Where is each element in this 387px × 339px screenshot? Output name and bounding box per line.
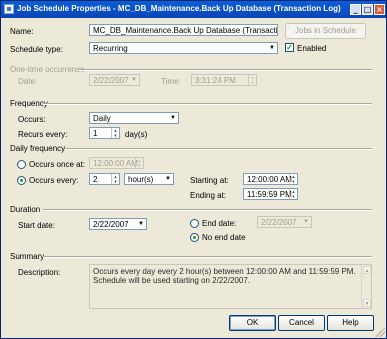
- occurs-every-input[interactable]: 2 ▲ ▼: [89, 173, 120, 185]
- daily-frequency-divider: [66, 148, 372, 150]
- chevron-down-icon: ▼: [303, 219, 309, 225]
- chevron-down-icon: ▼: [165, 176, 171, 182]
- duration-header: Duration: [10, 205, 41, 214]
- window-icon: [4, 4, 14, 14]
- one-time-divider: [78, 69, 372, 71]
- ending-at-label: Ending at:: [190, 191, 227, 200]
- one-time-date-label: Date:: [18, 77, 38, 86]
- recurs-every-label: Recurs every:: [18, 130, 68, 139]
- help-button[interactable]: Help: [327, 315, 374, 331]
- occurs-every-value: 2: [93, 175, 98, 184]
- description-label: Description:: [18, 268, 61, 277]
- description-text: Occurs every day every 2 hour(s) between…: [93, 267, 356, 285]
- one-time-time-input[interactable]: 3:31:24 PM ▲ ▼: [191, 74, 257, 86]
- one-time-header: One-time occurrence: [10, 65, 85, 74]
- occurs-once-time-value: 12:00:00 AM: [93, 159, 138, 168]
- occurs-once-label: Occurs once at:: [29, 160, 86, 169]
- enabled-checkbox[interactable]: ✓: [285, 43, 294, 52]
- occurs-every-radio[interactable]: [17, 176, 26, 185]
- summary-divider: [43, 256, 372, 258]
- starting-at-input[interactable]: 12:00:00 AM ▲ ▼: [243, 173, 298, 185]
- recurs-unit-label: day(s): [125, 130, 148, 139]
- daily-frequency-header: Daily frequency: [10, 144, 66, 153]
- occurs-every-label: Occurs every:: [29, 176, 79, 185]
- spinner-arrows-icon[interactable]: ▲ ▼: [289, 174, 297, 184]
- jobs-in-schedule-button[interactable]: Jobs in Schedule: [285, 23, 366, 39]
- chevron-down-icon: ▼: [138, 221, 144, 227]
- summary-header: Summary: [10, 252, 45, 261]
- resize-grip-icon[interactable]: [375, 327, 385, 337]
- end-date-radio[interactable]: [190, 219, 199, 228]
- job-schedule-properties-window: Job Schedule Properties - MC_DB_Maintena…: [0, 0, 387, 339]
- ending-at-input[interactable]: 11:59:59 PM ▲ ▼: [243, 188, 298, 200]
- occurs-value: Daily: [93, 114, 111, 123]
- frequency-divider: [43, 103, 372, 105]
- maximize-button[interactable]: □: [362, 4, 373, 15]
- spinner-arrows-icon[interactable]: ▲ ▼: [289, 189, 297, 199]
- schedule-type-value: Recurring: [93, 44, 128, 53]
- no-end-date-label: No end date: [202, 233, 246, 242]
- window-title: Job Schedule Properties - MC_DB_Maintena…: [17, 4, 341, 13]
- occurs-every-unit-select[interactable]: hour(s) ▼: [124, 173, 174, 185]
- spinner-arrows-icon[interactable]: ▲ ▼: [135, 158, 143, 168]
- end-date-picker[interactable]: 2/22/2007 ▼: [257, 216, 312, 228]
- spinner-arrows-icon[interactable]: ▲ ▼: [111, 174, 119, 184]
- spinner-arrows-icon[interactable]: ▲ ▼: [248, 75, 256, 85]
- recurs-every-input[interactable]: 1 ▲ ▼: [89, 127, 120, 139]
- starting-at-value: 12:00:00 AM: [247, 175, 292, 184]
- enabled-label: Enabled: [297, 44, 327, 53]
- occurs-select[interactable]: Daily ▼: [89, 112, 179, 124]
- one-time-date-value: 2/22/2007: [93, 76, 129, 85]
- start-date-value: 2/22/2007: [93, 220, 129, 229]
- close-button[interactable]: ×: [374, 4, 385, 15]
- ok-button[interactable]: OK: [229, 315, 276, 331]
- name-input[interactable]: MC_DB_Maintenance.Back Up Database (Tran…: [89, 24, 278, 36]
- occurs-once-time-input[interactable]: 12:00:00 AM ▲ ▼: [89, 157, 144, 169]
- end-date-label: End date:: [202, 219, 237, 228]
- description-box[interactable]: Occurs every day every 2 hour(s) between…: [89, 264, 372, 309]
- recurs-every-value: 1: [93, 129, 98, 138]
- schedule-type-label: Schedule type:: [10, 45, 63, 54]
- end-date-value: 2/22/2007: [261, 218, 297, 227]
- duration-divider: [43, 209, 372, 211]
- occurs-once-radio[interactable]: [17, 160, 26, 169]
- occurs-label: Occurs:: [18, 115, 46, 124]
- ending-at-value: 11:59:59 PM: [247, 190, 292, 199]
- name-label: Name:: [10, 27, 34, 36]
- start-date-label: Start date:: [18, 221, 55, 230]
- cancel-button[interactable]: Cancel: [278, 315, 325, 331]
- schedule-type-select[interactable]: Recurring ▼: [89, 42, 278, 54]
- one-time-time-value: 3:31:24 PM: [195, 76, 236, 85]
- spinner-arrows-icon[interactable]: ▲ ▼: [111, 128, 119, 138]
- scroll-down-icon[interactable]: ▼: [363, 299, 371, 307]
- start-date-picker[interactable]: 2/22/2007 ▼: [89, 218, 147, 230]
- description-scrollbar[interactable]: ▲ ▼: [361, 265, 371, 308]
- no-end-date-radio[interactable]: [190, 233, 199, 242]
- minimize-button[interactable]: _: [350, 4, 361, 15]
- scroll-up-icon[interactable]: ▲: [363, 266, 371, 274]
- name-value: MC_DB_Maintenance.Back Up Database (Tran…: [93, 26, 278, 35]
- one-time-date-picker[interactable]: 2/22/2007 ▼: [89, 74, 140, 86]
- one-time-time-label: Time:: [161, 77, 181, 86]
- chevron-down-icon: ▼: [131, 77, 137, 83]
- occurs-every-unit-value: hour(s): [128, 175, 154, 184]
- title-bar[interactable]: Job Schedule Properties - MC_DB_Maintena…: [1, 1, 386, 18]
- chevron-down-icon: ▼: [269, 45, 275, 51]
- starting-at-label: Starting at:: [190, 176, 229, 185]
- chevron-down-icon: ▼: [170, 115, 176, 121]
